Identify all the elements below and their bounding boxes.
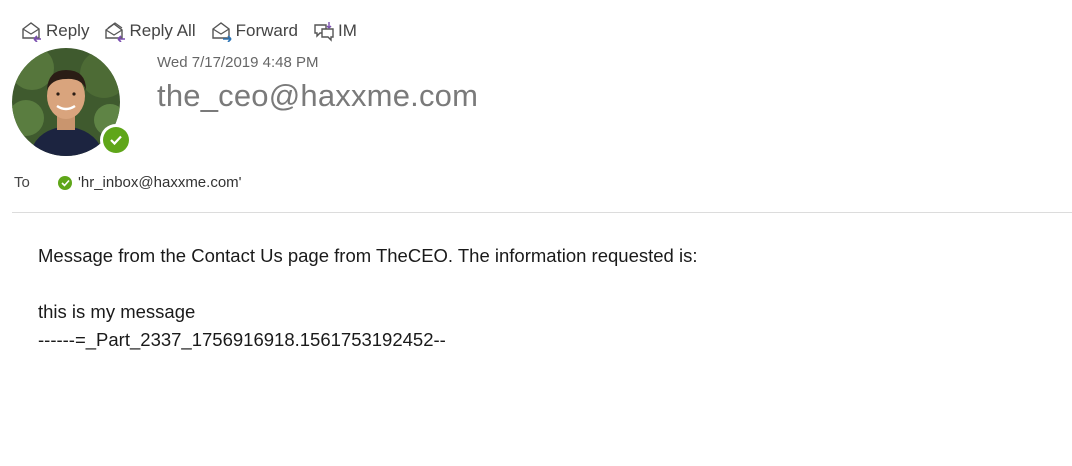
forward-button[interactable]: Forward bbox=[210, 20, 298, 42]
body-line: this is my message bbox=[38, 301, 196, 322]
reply-all-icon bbox=[103, 20, 127, 42]
recipient-address: 'hr_inbox@haxxme.com' bbox=[78, 174, 242, 191]
forward-icon bbox=[210, 20, 234, 42]
instant-message-icon bbox=[312, 20, 336, 42]
presence-indicator bbox=[100, 124, 132, 156]
im-label: IM bbox=[337, 21, 357, 40]
reply-button[interactable]: Reply bbox=[20, 20, 89, 42]
body-line: ------=_Part_2337_1756916918.15617531924… bbox=[38, 329, 446, 350]
email-reading-pane: Reply Reply All Forward IM Wed 7/17/2019… bbox=[0, 0, 1072, 466]
reply-all-button[interactable]: Reply All bbox=[103, 20, 196, 42]
body-blank-line bbox=[38, 270, 697, 298]
im-button[interactable]: IM bbox=[312, 20, 357, 42]
sender-address[interactable]: the_ceo@haxxme.com bbox=[157, 78, 478, 114]
header-divider bbox=[12, 212, 1072, 213]
forward-label: Forward bbox=[235, 21, 298, 40]
recipient[interactable]: 'hr_inbox@haxxme.com' bbox=[58, 174, 242, 191]
available-status-icon bbox=[103, 127, 129, 153]
message-toolbar: Reply Reply All Forward IM bbox=[20, 18, 371, 44]
to-row: To 'hr_inbox@haxxme.com' bbox=[14, 174, 242, 191]
recipient-presence-icon bbox=[58, 175, 72, 190]
sender-avatar-container[interactable] bbox=[12, 48, 132, 158]
to-label: To bbox=[14, 174, 30, 191]
reply-icon bbox=[20, 20, 44, 42]
message-body: Message from the Contact Us page from Th… bbox=[38, 242, 697, 354]
reply-label: Reply bbox=[46, 21, 90, 40]
sent-date: Wed 7/17/2019 4:48 PM bbox=[157, 54, 319, 71]
reply-all-label: Reply All bbox=[129, 21, 196, 40]
body-line: Message from the Contact Us page from Th… bbox=[38, 245, 698, 266]
